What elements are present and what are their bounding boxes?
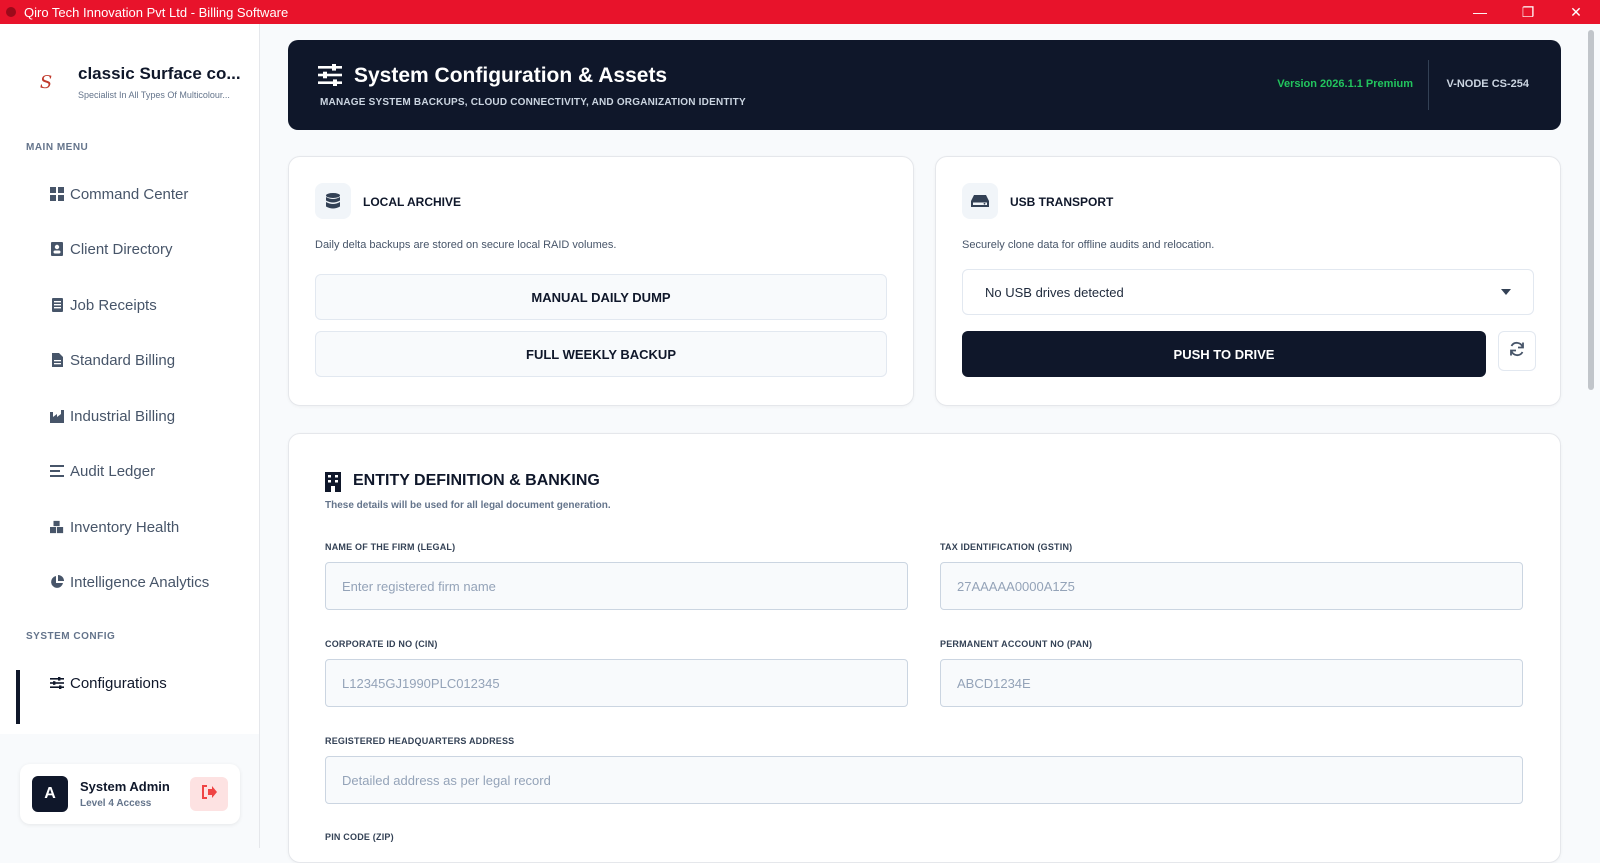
factory-icon [50,409,64,423]
sidebar-footer: A System Admin Level 4 Access [0,734,259,848]
gstin-input[interactable]: 27AAAAA0000A1Z5 [940,562,1523,610]
address-label: REGISTERED HEADQUARTERS ADDRESS [325,736,515,746]
firm-name-input[interactable]: Enter registered firm name [325,562,908,610]
sidebar-item-label: Standard Billing [70,351,176,369]
sidebar: S classic Surface co... Specialist In Al… [0,24,260,848]
main-menu-label: MAIN MENU [26,142,89,153]
usb-transport-description: Securely clone data for offline audits a… [962,239,1215,251]
version-badge: Version 2026.1.1 Premium [1277,78,1413,90]
cin-input[interactable]: L12345GJ1990PLC012345 [325,659,908,707]
hard-drive-icon [962,183,998,219]
minimize-button[interactable]: — [1456,0,1504,24]
sidebar-item-label: Intelligence Analytics [70,573,210,591]
sidebar-item-label: Job Receipts [70,296,157,314]
brand: S classic Surface co... Specialist In Al… [28,64,241,100]
building-icon [325,472,341,497]
usb-transport-card: USB TRANSPORT Securely clone data for of… [935,156,1561,406]
sidebar-item-standard-billing[interactable]: Standard Billing [50,348,175,372]
local-archive-description: Daily delta backups are stored on secure… [315,239,617,251]
entity-section-title: ENTITY DEFINITION & BANKING [353,472,600,489]
close-window-button[interactable]: ✕ [1552,0,1600,24]
brand-logo: S [39,71,53,93]
header-divider [1428,60,1429,110]
chevron-down-icon [1501,289,1511,295]
local-archive-card: LOCAL ARCHIVE Daily delta backups are st… [288,156,914,406]
usb-transport-title: USB TRANSPORT [1010,195,1114,209]
contact-card-icon [50,242,64,256]
sidebar-item-job-receipts[interactable]: Job Receipts [50,293,157,317]
logout-button[interactable] [190,777,228,811]
sidebar-item-industrial-billing[interactable]: Industrial Billing [50,404,175,428]
sidebar-item-configurations[interactable]: Configurations [50,671,167,695]
entity-definition-card: ENTITY DEFINITION & BANKING These detail… [288,433,1561,863]
database-icon [315,183,351,219]
brand-tagline: Specialist In All Types Of Multicolour..… [78,90,230,100]
sidebar-item-audit-ledger[interactable]: Audit Ledger [50,459,155,483]
user-role: Level 4 Access [80,798,152,809]
pie-chart-icon [50,575,64,589]
document-icon [50,353,64,367]
user-card: A System Admin Level 4 Access [20,764,240,824]
page-title: System Configuration & Assets [354,64,668,87]
active-indicator [16,670,20,724]
list-icon [50,464,64,478]
page-scrollbar[interactable] [1588,30,1594,390]
page-header: System Configuration & Assets MANAGE SYS… [288,40,1561,130]
refresh-icon [1509,341,1525,362]
sidebar-item-intelligence-analytics[interactable]: Intelligence Analytics [50,570,209,594]
pin-code-label: PIN CODE (ZIP) [325,832,394,842]
sidebar-item-client-directory[interactable]: Client Directory [50,237,173,261]
sidebar-item-label: Client Directory [70,240,173,258]
restore-button[interactable]: ❐ [1504,0,1552,24]
user-name: System Admin [80,779,170,794]
sidebar-item-label: Command Center [70,185,189,203]
address-input[interactable]: Detailed address as per legal record [325,756,1523,804]
gstin-label: TAX IDENTIFICATION (GSTIN) [940,542,1073,552]
firm-name-label: NAME OF THE FIRM (LEGAL) [325,542,456,552]
page-subtitle: MANAGE SYSTEM BACKUPS, CLOUD CONNECTIVIT… [320,97,746,108]
system-config-label: SYSTEM CONFIG [26,631,116,642]
sidebar-item-label: Configurations [70,674,167,692]
app-icon [6,7,16,17]
brand-name: classic Surface co... [78,64,241,83]
window-title: Qiro Tech Innovation Pvt Ltd - Billing S… [24,4,289,20]
receipt-icon [50,298,64,312]
entity-section-subtitle: These details will be used for all legal… [325,500,611,511]
refresh-drives-button[interactable] [1498,331,1536,371]
logout-icon [201,784,217,804]
boxes-icon [50,520,64,534]
push-to-drive-button[interactable]: PUSH TO DRIVE [962,331,1486,377]
window-titlebar: Qiro Tech Innovation Pvt Ltd - Billing S… [0,0,1600,24]
sliders-icon [318,64,342,91]
sidebar-item-label: Inventory Health [70,518,180,536]
local-archive-title: LOCAL ARCHIVE [363,195,462,209]
window-controls: — ❐ ✕ [1456,0,1600,24]
manual-daily-dump-button[interactable]: MANUAL DAILY DUMP [315,274,887,320]
full-weekly-backup-button[interactable]: FULL WEEKLY BACKUP [315,331,887,377]
usb-drive-selected: No USB drives detected [985,284,1124,300]
pan-label: PERMANENT ACCOUNT NO (PAN) [940,639,1093,649]
avatar: A [32,776,68,812]
pan-input[interactable]: ABCD1234E [940,659,1523,707]
usb-drive-select[interactable]: No USB drives detected [962,269,1534,315]
dashboard-icon [50,187,64,201]
node-id: V-NODE CS-254 [1446,78,1529,90]
sidebar-item-label: Audit Ledger [70,462,156,480]
sidebar-item-label: Industrial Billing [70,407,176,425]
cin-label: CORPORATE ID NO (CIN) [325,639,438,649]
sliders-icon [50,676,64,690]
sidebar-item-inventory-health[interactable]: Inventory Health [50,515,179,539]
sidebar-item-command-center[interactable]: Command Center [50,182,188,206]
